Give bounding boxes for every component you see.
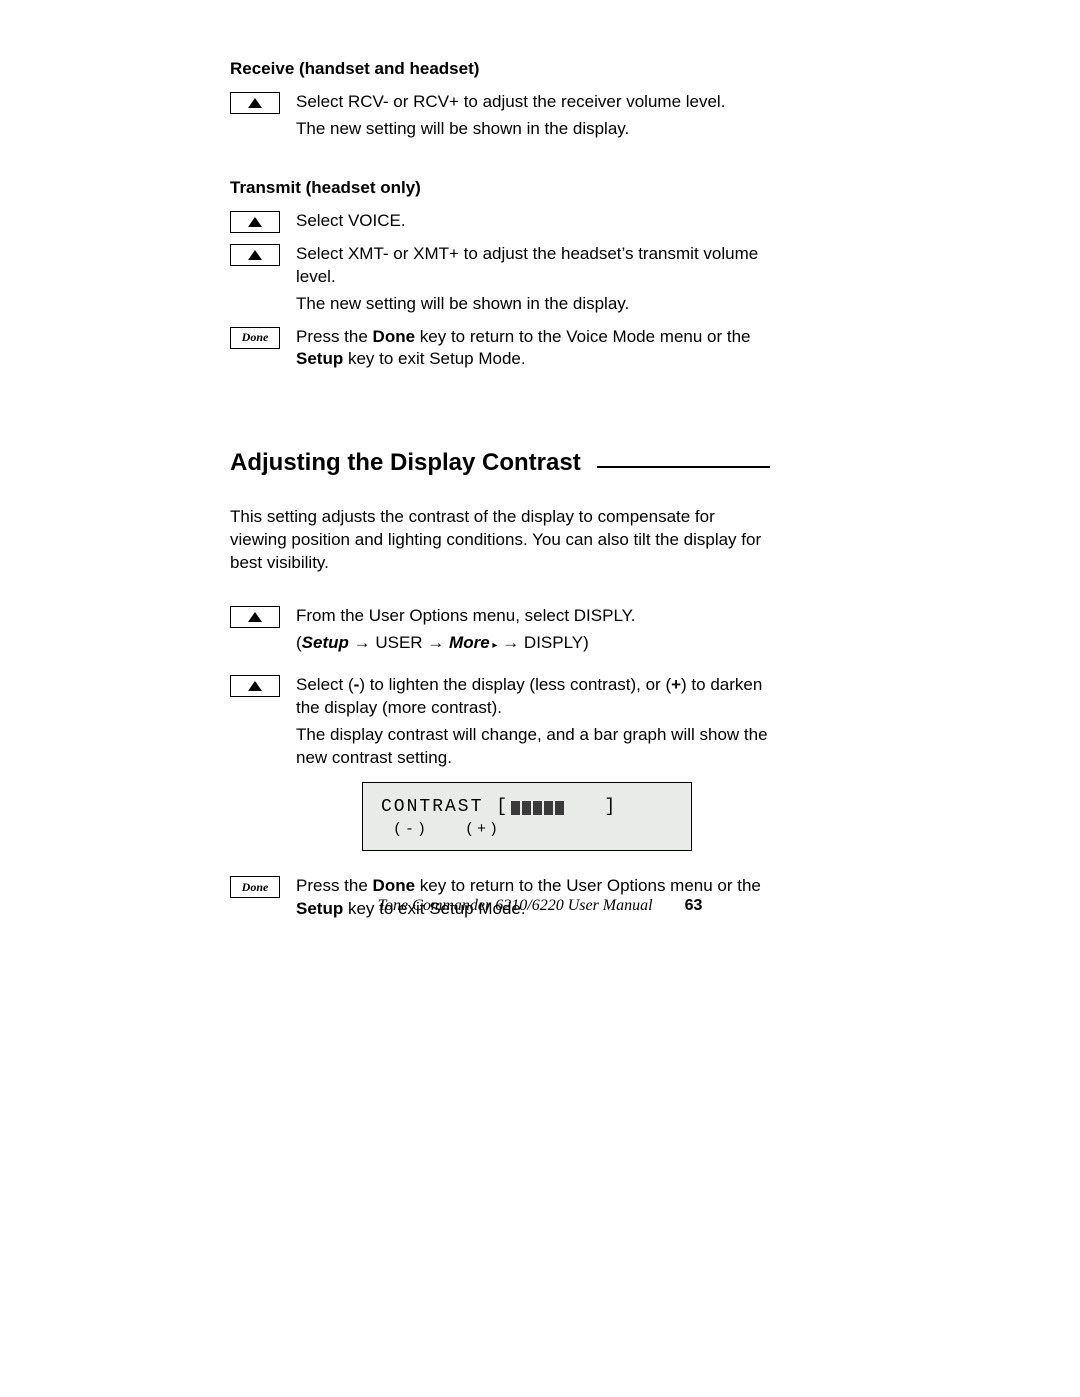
text-line: Press the Done key to return to the Voic… bbox=[296, 326, 770, 372]
t: Setup bbox=[302, 633, 349, 652]
t: Select ( bbox=[296, 675, 354, 694]
t: key to exit Setup Mode. bbox=[343, 349, 525, 368]
lcd-bar-block bbox=[511, 801, 520, 815]
section-rule bbox=[597, 466, 770, 468]
t: key to return to the User Options menu o… bbox=[415, 876, 761, 895]
section-intro: This setting adjusts the contrast of the… bbox=[230, 506, 770, 575]
t: + bbox=[671, 675, 681, 694]
section-title-row: Adjusting the Display Contrast bbox=[230, 447, 770, 479]
text-line: The new setting will be shown in the dis… bbox=[296, 293, 770, 316]
step-text: Select VOICE. bbox=[296, 210, 770, 237]
t: Press the bbox=[296, 876, 373, 895]
t: Done bbox=[373, 876, 416, 895]
step-text: Press the Done key to return to the Voic… bbox=[296, 326, 770, 376]
softkey-up-icon bbox=[230, 606, 280, 628]
lcd-display: CONTRAST [ ] (-) (+) bbox=[362, 782, 692, 851]
step-row: Select VOICE. bbox=[230, 210, 770, 237]
t: More bbox=[449, 633, 490, 652]
text-line: Select RCV- or RCV+ to adjust the receiv… bbox=[296, 91, 770, 114]
t: → USER → bbox=[349, 633, 449, 652]
done-key-icon: Done bbox=[230, 327, 280, 349]
transmit-heading: Transmit (headset only) bbox=[230, 177, 770, 200]
softkey-up-icon bbox=[230, 675, 280, 697]
text-line: Select VOICE. bbox=[296, 210, 770, 233]
done-key-label: Done bbox=[242, 879, 269, 895]
lcd-bar-graph bbox=[511, 801, 564, 815]
softkey-up-icon bbox=[230, 92, 280, 114]
lcd-bar-block bbox=[522, 801, 531, 815]
step-row: Done Press the Done key to return to the… bbox=[230, 326, 770, 376]
lcd-bar-block bbox=[555, 801, 564, 815]
text-line: (Setup → USER → More ▸ → DISPLY) bbox=[296, 632, 770, 655]
step-text: Select XMT- or XMT+ to adjust the headse… bbox=[296, 243, 770, 320]
manual-page: Receive (handset and headset) Select RCV… bbox=[0, 0, 1080, 1397]
lcd-text: ] bbox=[566, 795, 617, 819]
softkey-up-icon bbox=[230, 211, 280, 233]
page-footer: Tone Commander 6210/6220 User Manual 63 bbox=[0, 895, 1080, 917]
section-title: Adjusting the Display Contrast bbox=[230, 447, 581, 479]
t: ) to lighten the display (less contrast)… bbox=[359, 675, 671, 694]
text-line: Select (-) to lighten the display (less … bbox=[296, 674, 770, 720]
receive-heading: Receive (handset and headset) bbox=[230, 58, 770, 81]
step-row: From the User Options menu, select DISPL… bbox=[230, 605, 770, 659]
t: Press the bbox=[296, 327, 373, 346]
footer-text: Tone Commander 6210/6220 User Manual bbox=[378, 897, 653, 914]
step-row: Select RCV- or RCV+ to adjust the receiv… bbox=[230, 91, 770, 145]
text-line: The display contrast will change, and a … bbox=[296, 724, 770, 770]
lcd-bar-block bbox=[533, 801, 542, 815]
lcd-text: CONTRAST [ bbox=[381, 795, 509, 819]
lcd-bar-block bbox=[544, 801, 553, 815]
t: key to return to the Voice Mode menu or … bbox=[415, 327, 750, 346]
lcd-line-1: CONTRAST [ ] bbox=[381, 795, 673, 819]
t: Setup bbox=[296, 349, 343, 368]
softkey-up-icon bbox=[230, 244, 280, 266]
step-text: From the User Options menu, select DISPL… bbox=[296, 605, 770, 659]
step-text: Select RCV- or RCV+ to adjust the receiv… bbox=[296, 91, 770, 145]
step-row: Select (-) to lighten the display (less … bbox=[230, 674, 770, 868]
step-row: Select XMT- or XMT+ to adjust the headse… bbox=[230, 243, 770, 320]
page-number: 63 bbox=[685, 897, 703, 914]
t: Done bbox=[373, 327, 416, 346]
step-text: Select (-) to lighten the display (less … bbox=[296, 674, 770, 868]
t: → DISPLY) bbox=[497, 633, 588, 652]
text-line: The new setting will be shown in the dis… bbox=[296, 118, 770, 141]
text-line: Select XMT- or XMT+ to adjust the headse… bbox=[296, 243, 770, 289]
lcd-line-2: (-) (+) bbox=[381, 820, 673, 840]
text-line: From the User Options menu, select DISPL… bbox=[296, 605, 770, 628]
done-key-label: Done bbox=[242, 329, 269, 345]
page-content: Receive (handset and headset) Select RCV… bbox=[230, 58, 770, 925]
